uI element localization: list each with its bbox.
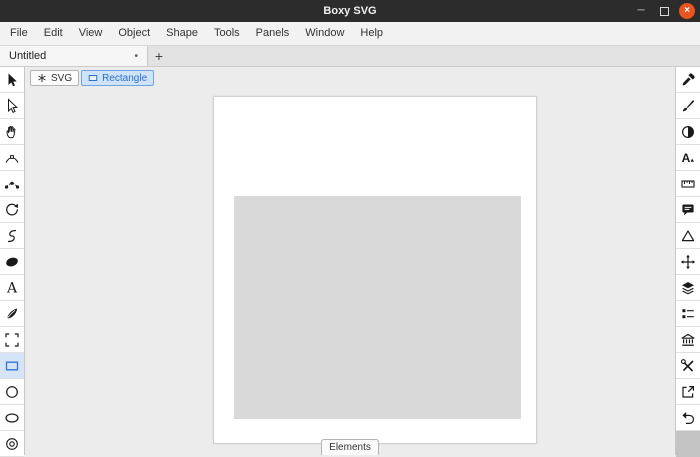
contrast-icon [681, 125, 695, 138]
circle-tool-icon [6, 385, 18, 398]
typography-panel-button[interactable]: A [676, 145, 700, 171]
triangle-icon [681, 229, 695, 241]
layers-icon [682, 281, 694, 294]
library-panel-button[interactable] [676, 327, 700, 353]
edit-points-icon [4, 181, 20, 189]
menu-tools[interactable]: Tools [206, 22, 248, 45]
pan-tool-button[interactable] [0, 119, 24, 145]
menu-object[interactable]: Object [110, 22, 158, 45]
maximize-icon [659, 6, 669, 16]
blob-icon [6, 257, 18, 266]
blob-tool-button[interactable] [0, 249, 24, 275]
close-button[interactable]: × [679, 3, 695, 19]
history-panel-button[interactable] [676, 405, 700, 431]
breadcrumb-rectangle-label: Rectangle [102, 72, 148, 84]
minimize-button[interactable]: ─ [633, 3, 649, 19]
text-tool-icon: A [6, 280, 18, 296]
comment-bubble-icon [682, 204, 694, 215]
pen-tool-button[interactable] [0, 301, 24, 327]
right-toolbar: A [675, 67, 700, 457]
menu-panels[interactable]: Panels [248, 22, 298, 45]
fill-panel-button[interactable] [676, 67, 700, 93]
rect-tool-icon [5, 361, 19, 370]
tab-label: Untitled [9, 50, 47, 62]
menu-file[interactable]: File [2, 22, 36, 45]
window-title: Boxy SVG [323, 5, 377, 17]
menu-edit[interactable]: Edit [36, 22, 71, 45]
elements-panel-button[interactable] [676, 301, 700, 327]
geometry-panel-button[interactable] [676, 171, 700, 197]
tools-panel-button[interactable] [676, 353, 700, 379]
view-tool-button[interactable] [0, 327, 24, 353]
shapes-tool-icon [6, 437, 18, 450]
export-panel-button[interactable] [676, 379, 700, 405]
asterisk-icon [38, 73, 46, 83]
minimize-icon: ─ [637, 5, 645, 16]
modified-indicator-icon: • [134, 50, 138, 62]
text-tool-glyph: A [6, 280, 18, 296]
move-arrows-icon [680, 254, 696, 269]
point-transform-tool-button[interactable] [0, 145, 24, 171]
breadcrumb-svg[interactable]: SVG [30, 70, 80, 86]
circle-tool-button[interactable] [0, 379, 24, 405]
scrollbar-thumb[interactable] [676, 431, 700, 457]
stroke-panel-button[interactable] [676, 93, 700, 119]
edit-points-tool-button[interactable] [0, 171, 24, 197]
elements-panel-toggle[interactable]: Elements [321, 439, 379, 455]
meta-panel-button[interactable] [676, 197, 700, 223]
bank-icon [681, 333, 695, 346]
canvas[interactable]: SVG Rectangle Elements [25, 67, 675, 455]
rectangle-icon [88, 75, 98, 81]
maximize-button[interactable] [656, 3, 672, 19]
breadcrumb-rectangle[interactable]: Rectangle [81, 70, 155, 86]
rectangle-shape[interactable] [234, 196, 521, 419]
tab-bar: Untitled • + [0, 46, 700, 67]
tab-untitled[interactable]: Untitled • [0, 46, 148, 66]
typography-glyph: A [682, 151, 691, 165]
arrangement-panel-button[interactable] [676, 249, 700, 275]
transform-tool-icon [8, 73, 17, 86]
list-icon [682, 308, 694, 318]
rect-tool-button[interactable] [0, 353, 24, 379]
undo-arrow-icon [682, 411, 695, 424]
menu-view[interactable]: View [71, 22, 111, 45]
titlebar: Boxy SVG ─ × [0, 0, 700, 22]
crossed-tools-icon [680, 358, 694, 372]
left-toolbar: A [0, 67, 25, 457]
menu-shape[interactable]: Shape [158, 22, 206, 45]
shapes-tool-button[interactable] [0, 431, 24, 457]
transform-tool-button[interactable] [0, 67, 24, 93]
svg-page[interactable] [213, 96, 537, 444]
breadcrumb-svg-label: SVG [51, 72, 73, 84]
ruler-icon [681, 179, 695, 188]
spiral-tool-button[interactable] [0, 223, 24, 249]
breadcrumb: SVG Rectangle [30, 70, 155, 86]
menu-bar: File Edit View Object Shape Tools Panels… [0, 22, 700, 46]
edit-tool-icon [8, 97, 18, 113]
ellipse-tool-button[interactable] [0, 405, 24, 431]
export-icon [682, 385, 694, 398]
compositing-panel-button[interactable] [676, 119, 700, 145]
new-tab-button[interactable]: + [148, 46, 170, 66]
window-controls: ─ × [633, 0, 695, 22]
pan-hand-icon [6, 125, 16, 138]
spiral-icon [7, 229, 17, 242]
right-toolbar-scrollbar[interactable] [676, 431, 700, 457]
view-corners-icon [5, 332, 19, 347]
objects-panel-button[interactable] [676, 275, 700, 301]
brush-icon [682, 99, 695, 111]
menu-help[interactable]: Help [352, 22, 391, 45]
typography-icon: A [682, 151, 694, 165]
rotate-icon [6, 203, 18, 215]
shape-panel-button[interactable] [676, 223, 700, 249]
eyedropper-icon [682, 72, 695, 85]
edit-tool-button[interactable] [0, 93, 24, 119]
rotate-tool-button[interactable] [0, 197, 24, 223]
menu-window[interactable]: Window [297, 22, 352, 45]
close-icon: × [684, 5, 690, 16]
text-tool-button[interactable]: A [0, 275, 24, 301]
pen-quill-icon [6, 308, 18, 320]
point-transform-icon [5, 154, 19, 163]
ellipse-tool-icon [5, 412, 19, 423]
